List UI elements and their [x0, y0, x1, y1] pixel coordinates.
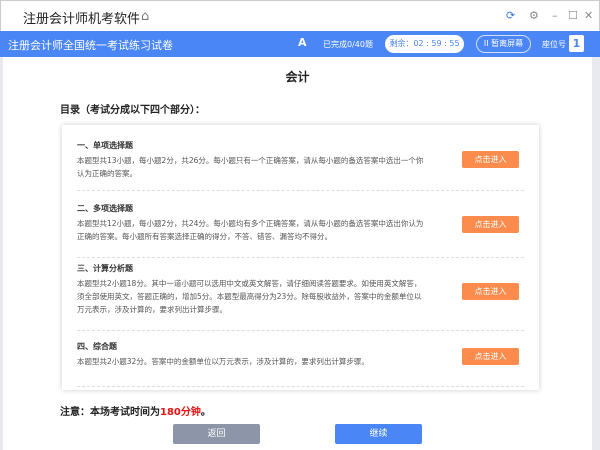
enter-button[interactable]: 点击进入 [462, 348, 519, 365]
enter-button[interactable]: 点击进入 [462, 283, 519, 300]
section-title: 三、计算分析题 [77, 264, 133, 273]
gear-icon[interactable]: ⚙ [529, 9, 539, 22]
section-desc: 本题型共13小题，每小题2分，共26分。每小题只有一个正确答案，请从每小题的备选… [77, 156, 424, 178]
enter-button[interactable]: 点击进入 [462, 216, 519, 233]
page-title: 会计 [285, 70, 310, 84]
exam-title: 注册会计师全国统一考试练习试卷 [8, 39, 173, 52]
home-icon[interactable]: ⌂ [141, 9, 149, 24]
section-item: 一、单项选择题 本题型共13小题，每小题2分，共26分。每小题只有一个正确答案，… [77, 140, 524, 191]
continue-button[interactable]: 继续 [335, 424, 422, 444]
maximize-icon[interactable]: ☐ [568, 9, 578, 22]
toc-heading: 目录（考试分成以下四个部分）： [60, 105, 205, 116]
exam-duration: 180分钟 [160, 407, 201, 418]
section-list: 一、单项选择题 本题型共13小题，每小题2分，共26分。每小题只有一个正确答案，… [62, 125, 539, 390]
section-title: 一、单项选择题 [77, 141, 133, 150]
seat-number: 1 [569, 35, 584, 52]
main-content: 会计 目录（考试分成以下四个部分）： 一、单项选择题 本题型共13小题，每小题2… [3, 57, 592, 450]
section-item: 三、计算分析题 本题型共2小题18分。其中一道小题可以选用中文或英文解答，请仔细… [77, 263, 524, 331]
section-desc: 本题型共2小题32分。答案中的金额单位以万元表示，涉及计算的，要求列出计算步骤。 [77, 357, 369, 366]
refresh-icon[interactable]: ⟳ [506, 9, 515, 22]
section-item: 二、多项选择题 本题型共12小题，每小题2分，共24分。每小题均有多个正确答案，… [77, 203, 524, 258]
back-button[interactable]: 返回 [173, 424, 260, 444]
notice: 注意：本场考试时间为180分钟。 [60, 403, 211, 418]
notice-suffix: 。 [200, 407, 211, 418]
section-desc: 本题型共2小题18分。其中一道小题可以选用中文或英文解答，请仔细阅读答题要求。如… [77, 279, 422, 314]
timer: 剩余：02 : 59 : 55 [385, 35, 464, 53]
font-size-icon[interactable]: A [298, 36, 307, 49]
section-title: 二、多项选择题 [77, 204, 133, 213]
app-title: 注册会计师机考软件 [23, 12, 141, 27]
seat-label: 座位号 [542, 40, 566, 49]
section-title: 四、综合题 [77, 342, 117, 351]
minimize-icon[interactable]: – [552, 9, 558, 22]
exam-header: 注册会计师全国统一考试练习试卷 A 已完成0/40题 剩余：02 : 59 : … [0, 31, 600, 57]
section-desc: 本题型共12小题，每小题2分，共24分。每小题均有多个正确答案，请从每小题的备选… [77, 219, 424, 241]
notice-text: 注意：本场考试时间为 [60, 407, 160, 418]
section-item: 四、综合题 本题型共2小题32分。答案中的金额单位以万元表示，涉及计算的，要求列… [77, 341, 524, 387]
pause-button[interactable]: II 暂离屏幕 [476, 35, 531, 53]
progress-text: 已完成0/40题 [323, 40, 373, 49]
close-icon[interactable]: ✕ [584, 9, 593, 22]
title-bar: 注册会计师机考软件 ⌂ ⟳ ⚙ – ☐ ✕ [0, 0, 600, 31]
enter-button[interactable]: 点击进入 [462, 151, 519, 168]
